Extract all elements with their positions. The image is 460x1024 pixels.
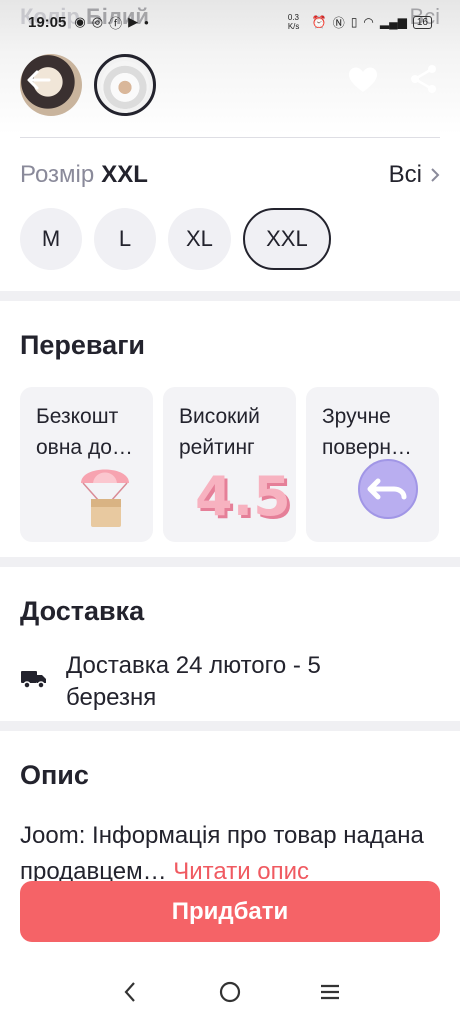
status-bar: 19:05 ◉ ◎ ⓕ ▶ • 0.3 K/s ⏰ Ⓝ ▯ ◠ ▂▄▆ 16: [0, 0, 460, 44]
youtube-icon: ▶: [128, 14, 139, 29]
rating-icon: 4.5: [195, 465, 291, 528]
battery-icon: 16: [412, 15, 432, 29]
whatsapp-icon: ◉: [74, 14, 86, 29]
buy-button[interactable]: Придбати: [20, 881, 440, 942]
size-option-xl[interactable]: XL: [168, 208, 231, 270]
system-navigation-bar: [0, 960, 460, 1024]
nav-back-icon[interactable]: [115, 977, 145, 1007]
divider: [20, 137, 440, 138]
nav-home-icon[interactable]: [215, 977, 245, 1007]
section-separator: [0, 291, 460, 301]
return-arrow-icon: [358, 459, 418, 519]
size-selected-value: XXL: [101, 161, 148, 188]
chevron-right-icon: [431, 168, 440, 182]
delivery-dates: Доставка 24 лютого - 5 березня: [66, 652, 321, 711]
favorite-heart-icon[interactable]: [348, 66, 378, 94]
benefit-card-high-rating[interactable]: Високий рейтинг 4.5: [163, 387, 296, 542]
benefits-title: Переваги: [20, 330, 146, 360]
nfc-icon: Ⓝ: [332, 15, 345, 30]
vibrate-icon: ▯: [350, 15, 358, 29]
benefit-card-easy-return[interactable]: Зручне поверн…: [306, 387, 439, 542]
messenger-icon: ◎: [91, 14, 104, 29]
back-arrow-icon[interactable]: [25, 66, 53, 94]
network-speed: 0.3 K/s: [287, 13, 300, 31]
benefit-card-free-delivery[interactable]: Безкошт овна до…: [20, 387, 153, 542]
benefits-cards: Безкошт овна до… Високий рейтинг 4.5 Зру…: [20, 387, 439, 542]
color-thumbnail-white-selected[interactable]: [94, 54, 156, 116]
size-all-link[interactable]: Всі: [389, 161, 440, 189]
parachute-box-icon: [81, 469, 129, 527]
size-all-label: Всі: [388, 161, 422, 188]
size-options: M L XL XXL: [20, 208, 331, 270]
status-time: 19:05: [28, 13, 67, 31]
size-label: Розмір: [20, 161, 95, 188]
thumbnail-image: [101, 61, 149, 109]
nav-menu-icon[interactable]: [315, 977, 345, 1007]
system-icons: 0.3 K/s ⏰ Ⓝ ▯ ◠ ▂▄▆ 16: [288, 13, 432, 31]
facebook-icon: ⓕ: [109, 15, 123, 31]
alarm-icon: ⏰: [311, 15, 327, 29]
notification-icons: ◉ ◎ ⓕ ▶ •: [74, 13, 148, 32]
benefit-text: Високий рейтинг: [179, 405, 260, 459]
more-dot-icon: •: [144, 14, 149, 30]
description-title: Опис: [20, 760, 89, 790]
signal-icon: ▂▄▆: [379, 15, 407, 29]
wifi-icon: ◠: [363, 15, 374, 29]
benefit-text: Безкошт овна до…: [36, 405, 133, 459]
delivery-row: Доставка 24 лютого - 5 березня: [20, 650, 396, 714]
size-option-l[interactable]: L: [94, 208, 156, 270]
share-icon[interactable]: [410, 64, 438, 94]
section-separator: [0, 557, 460, 567]
delivery-title: Доставка: [20, 596, 145, 626]
section-separator: [0, 721, 460, 731]
size-option-xxl-selected[interactable]: XXL: [242, 208, 331, 270]
benefit-text: Зручне поверн…: [322, 405, 412, 459]
description-text: Joom: Інформація про товар надана продав…: [20, 818, 450, 890]
truck-icon: [21, 671, 46, 689]
size-option-m[interactable]: M: [20, 208, 82, 270]
size-header: Розмір XXL Всі: [20, 160, 440, 190]
